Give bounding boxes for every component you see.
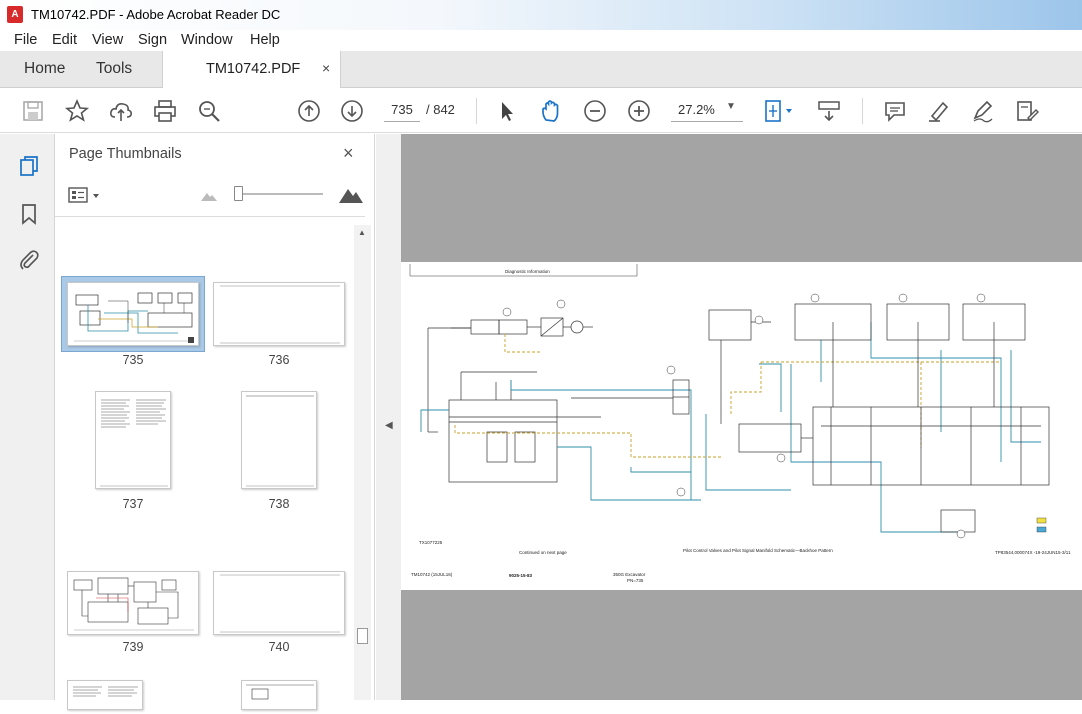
page-number-input[interactable]: 735 [384,98,420,122]
title-bar: A TM10742.PDF - Adobe Acrobat Reader DC [0,0,1082,30]
scroll-mode-icon[interactable] [816,98,842,124]
thumbnail-735[interactable] [67,282,199,346]
window-title: TM10742.PDF - Adobe Acrobat Reader DC [31,7,281,22]
attachments-icon[interactable] [17,248,41,272]
thumbnail-schematic-preview [70,285,198,345]
menu-window[interactable]: Window [181,32,233,48]
find-zoom-icon[interactable] [196,98,222,124]
legend-swatch-blue [1036,526,1047,533]
chevron-down-icon: ▼ [726,101,736,112]
document-tab-label: TM10742.PDF [206,61,301,77]
menu-sign[interactable]: Sign [138,32,167,48]
pdf-page: Diagnostic Information TX1077225 Continu… [401,262,1082,590]
thumbnail-text-preview [73,686,138,697]
close-tab-icon[interactable]: × [322,60,330,76]
doc-ref: TP83544,000074X -19-24JUN15-3/11 [995,550,1071,555]
doc-sheet-id: TX1077225 [419,540,443,545]
thumbnail-label: 737 [122,497,144,511]
zoom-out-icon[interactable] [582,98,608,124]
comment-icon[interactable] [882,98,908,124]
bookmark-star-icon[interactable] [64,98,90,124]
panel-divider [55,216,365,217]
page-down-icon[interactable] [339,98,365,124]
menu-bar: File Edit View Sign Window Help [0,30,1082,51]
page-up-icon[interactable] [296,98,322,124]
page-thumbnails-icon[interactable] [17,154,41,178]
tab-document[interactable]: TM10742.PDF × [162,51,341,88]
doc-continued: Continued on next page [519,550,567,555]
menu-help[interactable]: Help [250,32,280,48]
thumbnail-text-preview [100,399,168,487]
thumbnail-options-icon[interactable] [68,186,104,206]
menu-view[interactable]: View [92,32,123,48]
select-arrow-icon[interactable] [494,98,520,124]
collapse-panel-icon[interactable]: ◀ [385,420,393,431]
toolbar: 735 / 842 27.2% ▼ [0,88,1082,133]
menu-edit[interactable]: Edit [52,32,77,48]
legend-swatch-yellow [1036,517,1047,524]
cloud-upload-icon[interactable] [108,98,134,124]
tab-bar: Home Tools TM10742.PDF × [0,51,1082,88]
hand-icon[interactable] [538,98,564,124]
doc-header: Diagnostic Information [505,269,550,274]
print-icon[interactable] [152,98,178,124]
thumbnails-panel: Page Thumbnails × 735 736 737 738 739 74… [55,134,375,710]
zoom-in-icon[interactable] [626,98,652,124]
small-mountain-icon[interactable] [199,190,219,202]
thumbnail-737[interactable] [95,391,171,489]
edit-pdf-icon[interactable] [1014,98,1040,124]
thumbnail-scrollbar[interactable]: ▲ [354,225,371,700]
thumbnail-736[interactable] [213,282,345,346]
doc-footer-page: PN=735 [627,578,644,583]
zoom-value: 27.2% [678,102,715,117]
save-icon[interactable] [20,98,46,124]
toolbar-divider [476,98,477,124]
panel-collapse-strip[interactable]: ◀ [376,134,401,700]
fit-page-icon[interactable] [762,98,798,124]
left-rail [0,134,55,700]
toolbar-divider [862,98,863,124]
close-panel-icon[interactable]: × [343,143,354,164]
pdf-app-icon: A [7,6,23,23]
thumbnail-label: 739 [122,640,144,654]
thumbnail-738[interactable] [241,391,317,489]
thumbnail-label: 736 [268,353,290,367]
thumbnail-label: 738 [268,497,290,511]
thumbnail-blank-preview [220,574,340,633]
sign-icon[interactable] [970,98,996,124]
thumbnail-size-slider[interactable] [235,193,323,195]
slider-handle[interactable] [234,186,243,201]
doc-footer-center: 9025-15-83 [509,573,533,578]
thumbnail-742[interactable] [241,680,317,710]
thumbnail-741[interactable] [67,680,143,710]
tab-tools[interactable]: Tools [96,60,132,78]
scroll-up-icon[interactable]: ▲ [358,228,366,237]
hydraulic-schematic [409,264,1050,539]
panel-title: Page Thumbnails [69,146,182,162]
scrollbar-thumb[interactable] [357,628,368,644]
large-mountain-icon[interactable] [338,186,364,204]
thumbnail-schematic-preview [73,577,194,631]
thumbnail-blank-preview [220,285,340,344]
thumbnail-label: 735 [122,353,144,367]
page-total: / 842 [426,102,455,117]
thumbnail-label: 740 [268,640,290,654]
menu-file[interactable]: File [14,32,37,48]
document-viewer[interactable]: Diagnostic Information TX1077225 Continu… [401,134,1082,700]
thumbnail-blank-preview [246,395,314,487]
thumbnail-740[interactable] [213,571,345,635]
doc-footer-left: TM10742 (15JUL16) [411,572,453,577]
tab-home[interactable]: Home [24,60,65,78]
doc-caption: Pilot Control Valves and Pilot Signal Ma… [683,548,833,553]
thumbnail-schematic-preview [246,684,314,700]
highlight-icon[interactable] [926,98,952,124]
doc-footer-right: 350G Excavator [613,572,646,577]
thumbnail-739[interactable] [67,571,199,635]
zoom-level-select[interactable]: 27.2% ▼ [671,98,743,122]
bookmarks-icon[interactable] [17,202,41,226]
